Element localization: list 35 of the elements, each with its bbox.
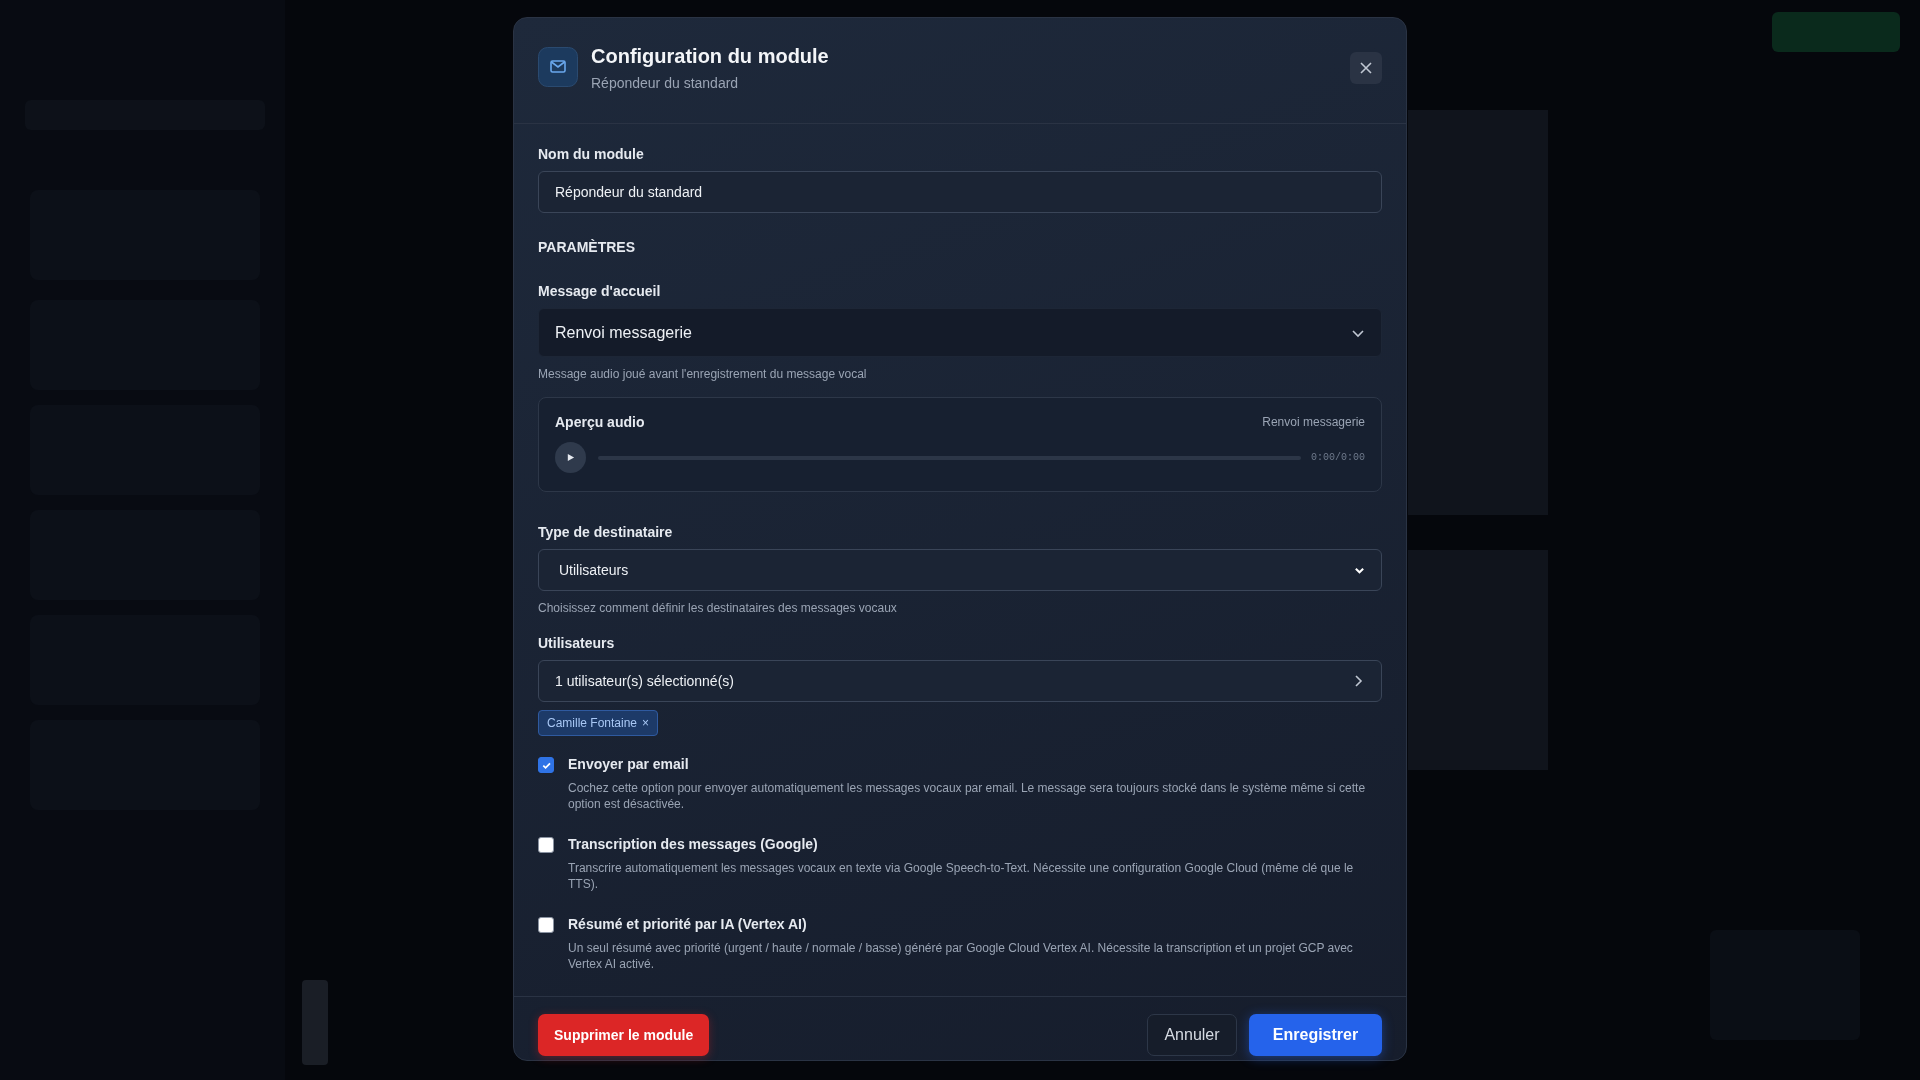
checkbox[interactable] (538, 757, 554, 773)
recipient-type-dropdown[interactable]: Utilisateurs (538, 549, 1382, 591)
audio-time: 0:00/0:00 (1311, 452, 1365, 463)
option-label: Résumé et priorité par IA (Vertex AI) (568, 916, 808, 932)
module-name-field[interactable]: Répondeur du standard (538, 171, 1382, 213)
remove-button[interactable]: × (642, 716, 650, 730)
option-description: Un seul résumé avec priorité (urgent / haute / normale / basse) généré par Google Cloud Vertex AI. Nécessite la transcription et un projet GCP avec Vertex AI activé. (568, 940, 1354, 972)
field-label: Nom du module (538, 146, 645, 162)
close-icon (1359, 61, 1373, 75)
field-hint: Message audio joué avant l'enregistrement du message vocal (538, 367, 868, 381)
play-icon (566, 453, 575, 462)
checkbox[interactable] (538, 917, 554, 933)
checkbox[interactable] (538, 837, 554, 853)
field-label: Type de destinataire (538, 524, 674, 540)
field-hint: Choisissez comment définir les destinataires des messages vocaux (538, 601, 898, 615)
dialog-title: Configuration du module (591, 45, 830, 68)
option-label: Transcription des messages (Google) (568, 836, 819, 852)
close-button[interactable] (1350, 52, 1382, 84)
envelope-icon (538, 47, 578, 87)
cancel-button[interactable]: Annuler (1147, 1014, 1237, 1056)
option-description: Transcrire automatiquement les messages vocaux en texte via Google Speech-to-Text. Nécessite une configuration Google Cloud (même clé que le TTS). (568, 860, 1355, 892)
user-name: Camille Fontaine (547, 716, 638, 730)
audio-title: Aperçu audio (555, 414, 645, 430)
audio-source: Renvoi messagerie (1262, 415, 1365, 429)
delete-button[interactable]: Supprimer le module (538, 1014, 710, 1056)
option-label: Envoyer par email (568, 756, 690, 772)
section-heading: PARAMÈTRES (538, 239, 636, 255)
field-label: Utilisateurs (538, 635, 616, 651)
option-description: Cochez cette option pour envoyer automatiquement les messages vocaux par email. Le message sera toujours stocké dans le système même si cette option est désactivée. (568, 780, 1367, 812)
play-button[interactable] (555, 442, 586, 473)
greeting-dropdown[interactable]: Renvoi messagerie (538, 308, 1382, 357)
save-button[interactable]: Enregistrer (1249, 1014, 1382, 1056)
user-picker[interactable]: 1 utilisateur(s) sélectionné(s) (538, 660, 1382, 702)
field-label: Message d'accueil (538, 283, 662, 299)
dialog-subtitle: Répondeur du standard (591, 75, 740, 91)
